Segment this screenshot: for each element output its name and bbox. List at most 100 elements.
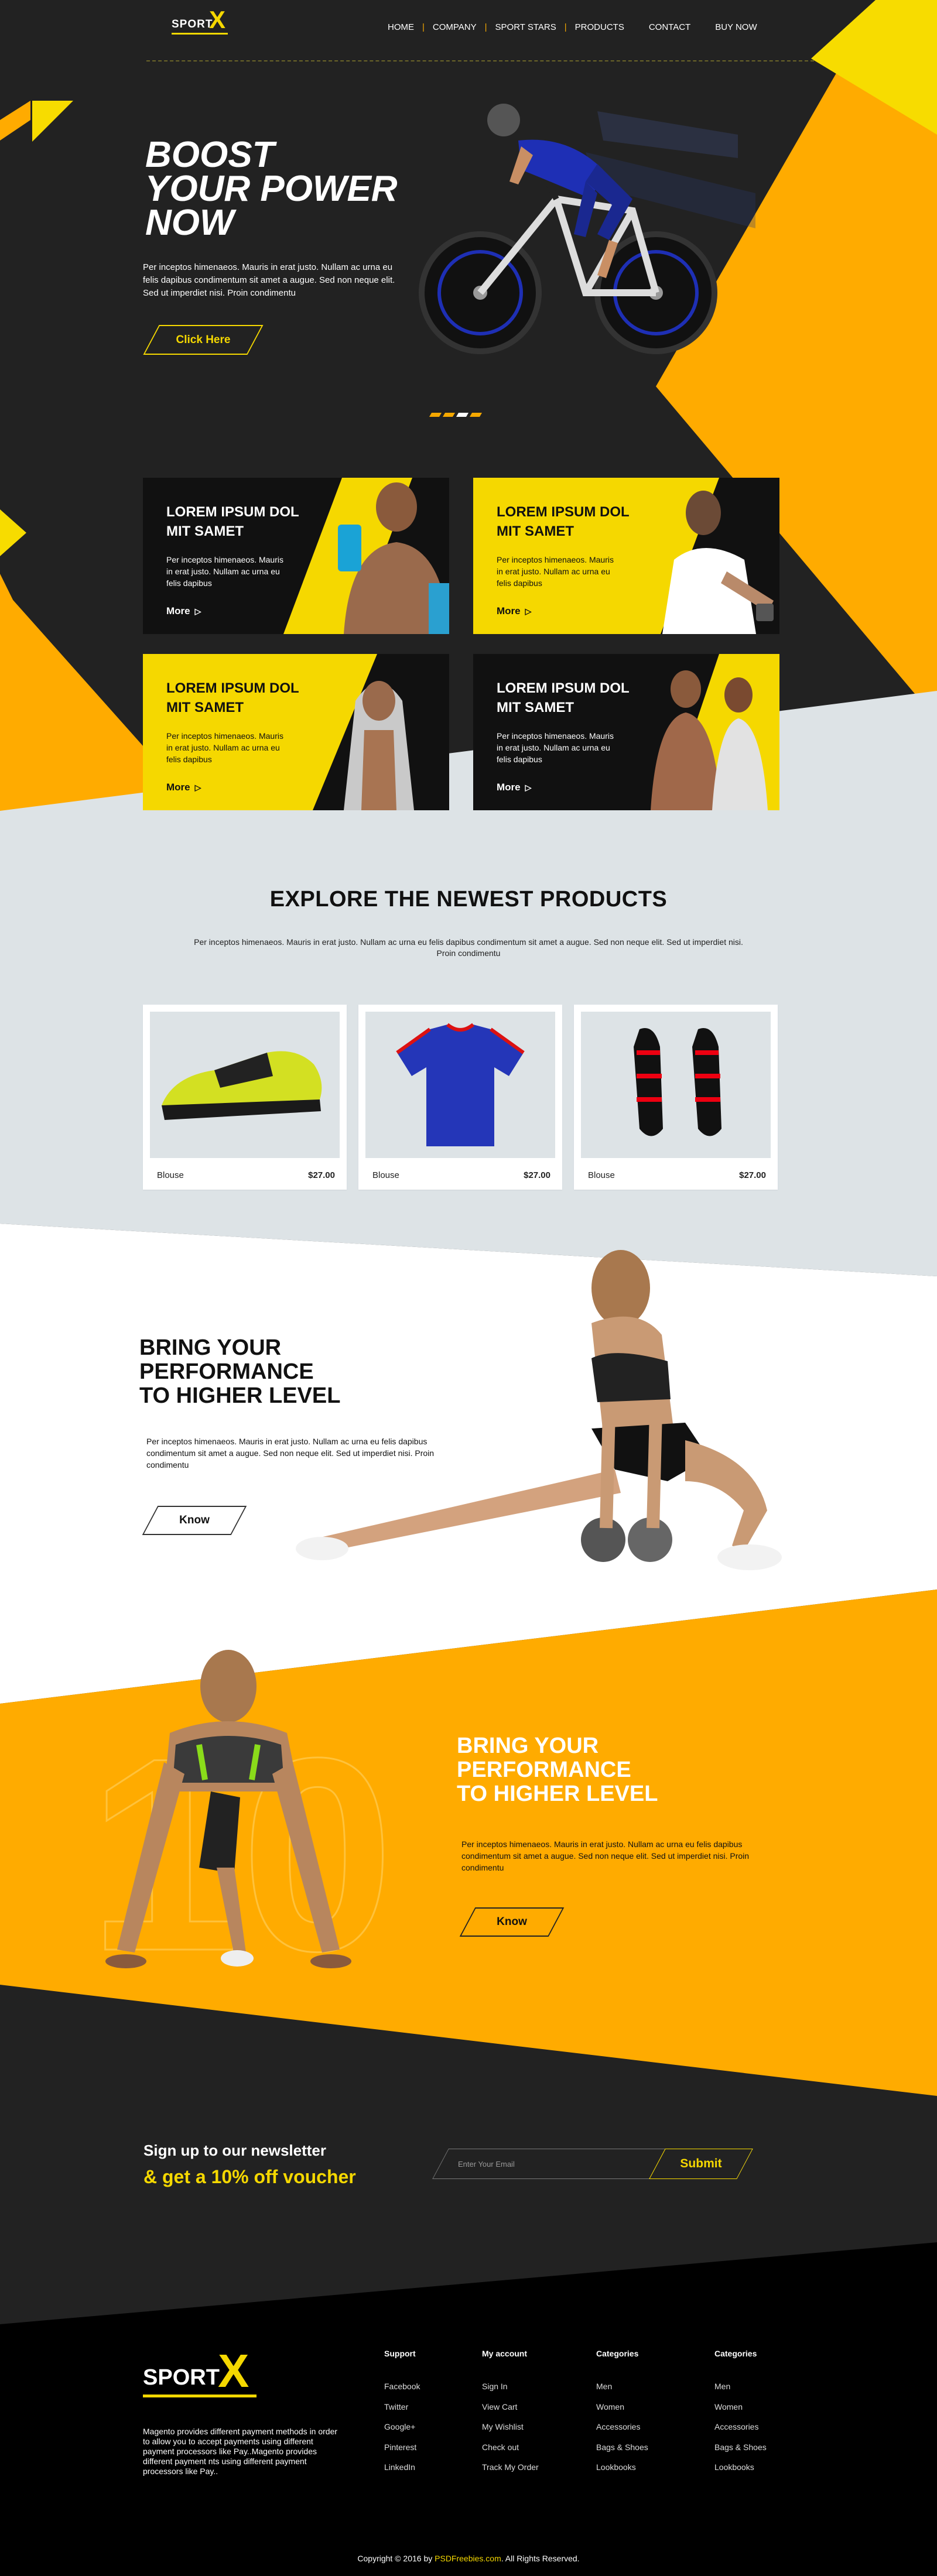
- hero-click-button[interactable]: Click Here: [151, 325, 255, 355]
- slider-dot[interactable]: [469, 413, 483, 417]
- promo-card[interactable]: LOREM IPSUM DOL MIT SAMET Per inceptos h…: [143, 654, 449, 810]
- submit-label: Submit: [680, 2157, 722, 2170]
- footer-heading: Support: [384, 2349, 416, 2358]
- newsletter-form: Submit: [440, 2149, 745, 2179]
- footer-link[interactable]: Bags & Shoes: [714, 2443, 767, 2463]
- newsletter-heading: Sign up to our newsletter: [143, 2142, 327, 2159]
- product-image: [365, 1012, 555, 1158]
- promo-card[interactable]: LOREM IPSUM DOL MIT SAMET Per inceptos h…: [473, 654, 779, 810]
- play-icon: ▷: [194, 783, 201, 792]
- copyright-prefix: Copyright © 2016 by: [357, 2554, 433, 2563]
- products-title: EXPLORE THE NEWEST PRODUCTS: [269, 887, 668, 912]
- product-image: [150, 1012, 340, 1158]
- cleats-pair-icon: [634, 1028, 721, 1136]
- slider-dot[interactable]: [442, 413, 456, 417]
- copyright-link[interactable]: PSDFreebies.com: [435, 2554, 501, 2563]
- product-price: $27.00: [739, 1170, 766, 1180]
- product-card[interactable]: Blouse $27.00: [143, 1005, 347, 1190]
- card-more-link[interactable]: More ▷: [166, 782, 201, 793]
- footer-link[interactable]: Facebook: [384, 2382, 420, 2402]
- card-title: LOREM IPSUM DOL MIT SAMET: [166, 504, 299, 539]
- footer-link[interactable]: LinkedIn: [384, 2462, 420, 2483]
- card-more-link[interactable]: More ▷: [497, 782, 531, 793]
- slider-dots: [429, 413, 483, 417]
- card-text: Per inceptos himenaeos. Mauris in erat j…: [497, 555, 614, 588]
- footer-link[interactable]: Women: [596, 2402, 648, 2423]
- footer-link[interactable]: Google+: [384, 2422, 420, 2443]
- slider-dot-active[interactable]: [456, 413, 469, 417]
- footer-link[interactable]: Men: [596, 2382, 648, 2402]
- footer-link[interactable]: Check out: [482, 2443, 539, 2463]
- logo[interactable]: SPORT X: [172, 6, 230, 36]
- man-in-hoodie-icon: [344, 681, 414, 810]
- nav-separator: |: [422, 22, 425, 32]
- footer-link[interactable]: Accessories: [714, 2422, 767, 2443]
- products-text: Per inceptos himenaeos. Mauris in erat j…: [194, 937, 743, 958]
- footer-link[interactable]: Men: [714, 2382, 767, 2402]
- football-boot-icon: [162, 1051, 322, 1120]
- woman-sprint-start-icon: [105, 1650, 351, 1968]
- nav-company[interactable]: COMPANY: [433, 22, 477, 32]
- email-input[interactable]: [458, 2149, 651, 2179]
- footer-logo[interactable]: SPORT X: [143, 2345, 260, 2397]
- promo-card[interactable]: LOREM IPSUM DOL MIT SAMET Per inceptos h…: [143, 478, 449, 634]
- footer-link[interactable]: Women: [714, 2402, 767, 2423]
- know-button[interactable]: Know: [467, 1907, 556, 1937]
- card-more-link[interactable]: More ▷: [497, 605, 531, 617]
- nav-separator: |: [564, 22, 567, 32]
- nav-products[interactable]: PRODUCTS: [575, 22, 624, 32]
- athlete-with-bottle-icon: [338, 482, 449, 634]
- footer-heading: Categories: [714, 2349, 757, 2358]
- product-price: $27.00: [308, 1170, 335, 1180]
- header-divider: [146, 60, 814, 61]
- performance-title: BRING YOUR PERFORMANCE TO HIGHER LEVEL: [457, 1734, 658, 1806]
- logo-underline: [172, 33, 228, 35]
- logo-mark: X: [209, 6, 226, 33]
- nav-contact[interactable]: CONTACT: [649, 22, 690, 32]
- nav-home[interactable]: HOME: [388, 22, 414, 32]
- nav-sport-stars[interactable]: SPORT STARS: [495, 22, 556, 32]
- hero-title: BOOST YOUR POWER NOW: [145, 135, 398, 243]
- nav-buy-now[interactable]: BUY NOW: [715, 22, 757, 32]
- footer-link[interactable]: Sign In: [482, 2382, 539, 2402]
- product-name: Blouse: [588, 1170, 615, 1180]
- main-nav: HOME | COMPANY | SPORT STARS | PRODUCTS …: [388, 22, 757, 32]
- card-more-link[interactable]: More ▷: [166, 605, 201, 617]
- know-label: Know: [179, 1514, 210, 1526]
- card-title: LOREM IPSUM DOL MIT SAMET: [497, 504, 630, 539]
- card-title: LOREM IPSUM DOL MIT SAMET: [166, 680, 299, 715]
- product-image: [581, 1012, 771, 1158]
- card-more-label: More: [166, 782, 190, 793]
- footer-column-categories: Categories Men Women Accessories Bags & …: [596, 2349, 648, 2483]
- product-card[interactable]: Blouse $27.00: [574, 1005, 778, 1190]
- footer-logo-text: SPORT: [143, 2365, 220, 2390]
- card-text: Per inceptos himenaeos. Mauris in erat j…: [497, 731, 614, 764]
- product-name: Blouse: [372, 1170, 399, 1180]
- product-name: Blouse: [157, 1170, 184, 1180]
- know-button[interactable]: Know: [150, 1506, 239, 1535]
- newsletter-voucher: & get a 10% off voucher: [143, 2166, 356, 2187]
- footer-column-categories: Categories Men Women Accessories Bags & …: [714, 2349, 767, 2483]
- promo-card[interactable]: LOREM IPSUM DOL MIT SAMET Per inceptos h…: [473, 478, 779, 634]
- cyclist-icon: [419, 104, 755, 354]
- card-text: Per inceptos himenaeos. Mauris in erat j…: [166, 731, 283, 764]
- performance-text: Per inceptos himenaeos. Mauris in erat j…: [146, 1437, 435, 1469]
- card-more-label: More: [497, 605, 521, 616]
- footer-heading: My account: [482, 2349, 528, 2358]
- footer-link[interactable]: Track My Order: [482, 2462, 539, 2483]
- footer-link[interactable]: Bags & Shoes: [596, 2443, 648, 2463]
- footer-link[interactable]: Lookbooks: [714, 2462, 767, 2483]
- footer-link[interactable]: View Cart: [482, 2402, 539, 2423]
- footer-link[interactable]: Pinterest: [384, 2443, 420, 2463]
- footer-logo-mark: X: [218, 2345, 249, 2397]
- slider-dot[interactable]: [429, 413, 442, 417]
- submit-button[interactable]: Submit: [657, 2149, 745, 2179]
- footer-link[interactable]: Accessories: [596, 2422, 648, 2443]
- footer-link[interactable]: Twitter: [384, 2402, 420, 2423]
- footer-heading: Categories: [596, 2349, 639, 2358]
- product-card[interactable]: Blouse $27.00: [358, 1005, 562, 1190]
- footer-link[interactable]: Lookbooks: [596, 2462, 648, 2483]
- hero-text: Per inceptos himenaeos. Mauris in erat j…: [143, 262, 395, 298]
- footer-link[interactable]: My Wishlist: [482, 2422, 539, 2443]
- play-icon: ▷: [525, 783, 532, 792]
